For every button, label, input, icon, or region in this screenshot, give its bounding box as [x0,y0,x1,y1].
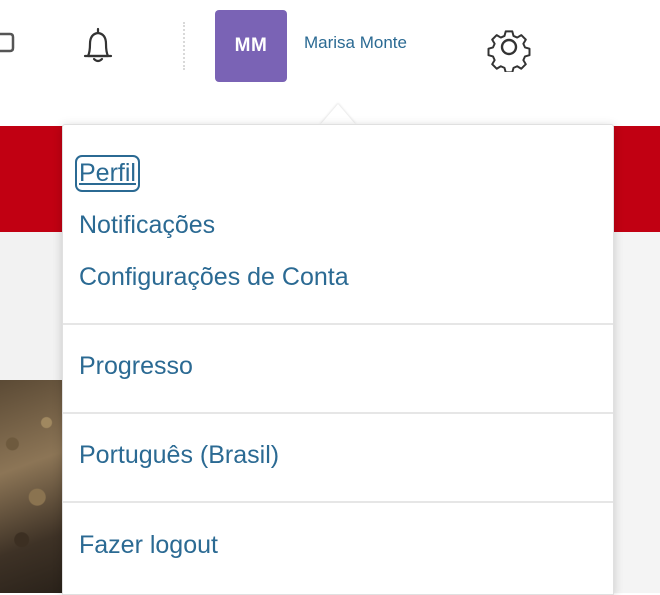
menu-separator [63,412,613,414]
bell-icon[interactable] [76,24,120,68]
gear-icon[interactable] [484,22,534,72]
menu-item-configuracoes-de-conta[interactable]: Configurações de Conta [79,263,349,292]
menu-item-progresso[interactable]: Progresso [79,352,193,381]
user-name-link[interactable]: Marisa Monte [304,33,407,53]
menu-item-notificacoes[interactable]: Notificações [79,211,215,240]
menu-item-fazer-logout[interactable]: Fazer logout [79,531,218,560]
dropdown-caret [320,104,356,125]
background-photo [0,380,62,593]
menu-item-idioma[interactable]: Português (Brasil) [79,441,279,470]
menu-item-perfil[interactable]: Perfil [75,155,140,192]
avatar[interactable]: MM [215,10,287,82]
menu-separator [63,501,613,503]
top-header: MM Marisa Monte [0,0,660,90]
page-background-right [612,232,660,593]
menu-separator [63,323,613,325]
partial-icon[interactable] [0,30,16,58]
header-divider [183,22,187,70]
user-dropdown-menu: Perfil Notificações Configurações de Con… [62,124,614,595]
